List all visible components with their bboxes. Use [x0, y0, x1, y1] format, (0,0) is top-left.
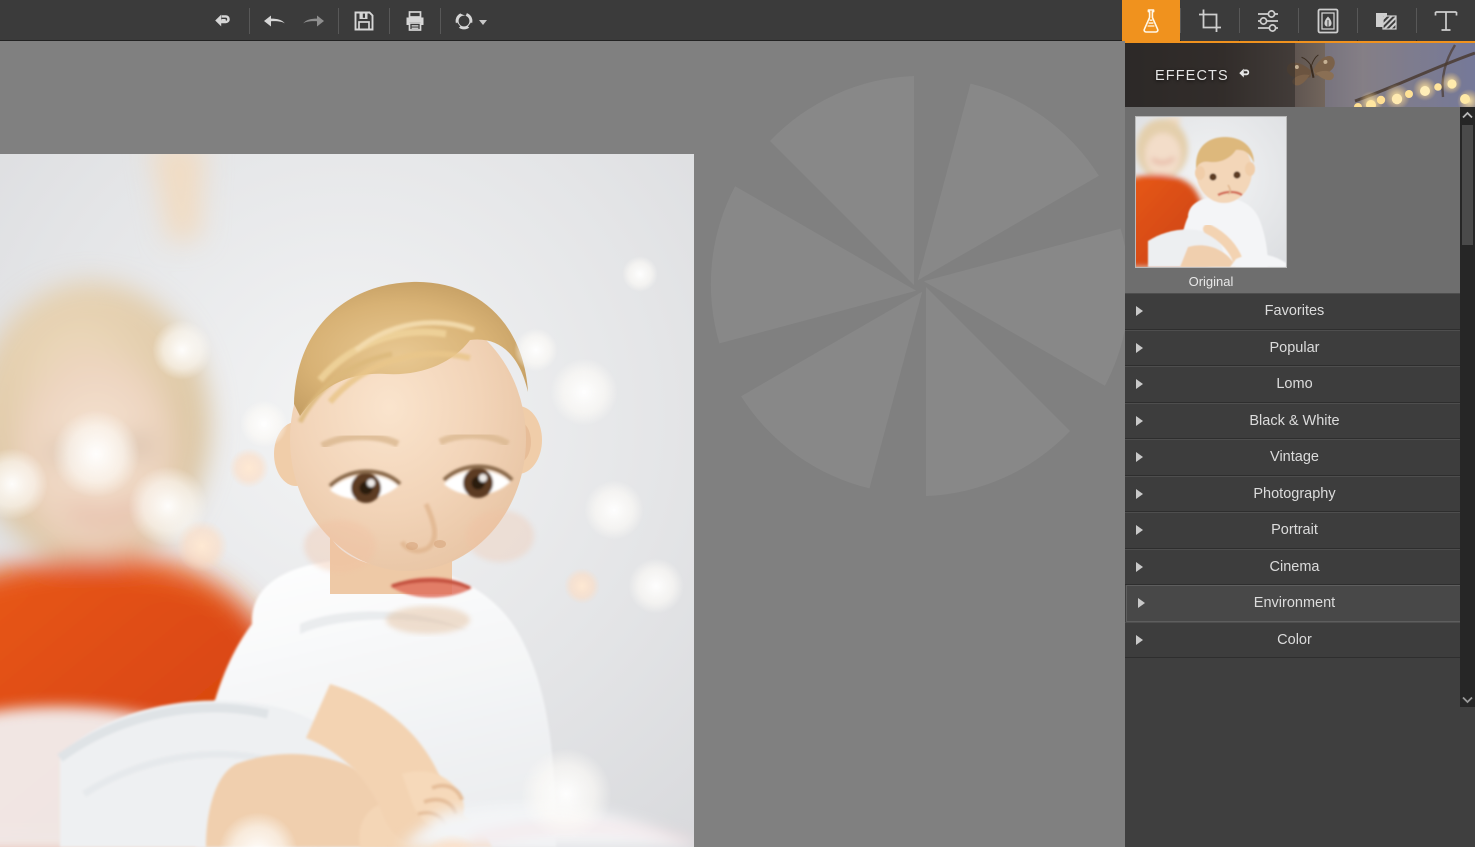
chevron-right-icon	[1136, 561, 1143, 572]
reset-arrow-icon[interactable]	[1237, 65, 1254, 86]
category-row-photography[interactable]: Photography	[1125, 475, 1470, 512]
category-label: Favorites	[1264, 303, 1325, 320]
chevron-right-icon	[1136, 452, 1143, 463]
chevron-right-icon	[1136, 306, 1143, 317]
rotate-dropdown-caret[interactable]	[478, 20, 487, 25]
preview-thumbnail-zone: Original	[1125, 107, 1475, 293]
category-label: Lomo	[1276, 376, 1313, 393]
category-label: Popular	[1269, 339, 1320, 356]
chevron-right-icon	[1136, 525, 1143, 536]
effect-category-list: Favorites Popular Lomo Black & White Vin…	[1125, 293, 1475, 658]
effects-panel: EFFECTS Original Favorites Popular Lomo …	[1125, 41, 1475, 847]
toolbar-divider-2	[338, 7, 339, 34]
effects-tool[interactable]	[1122, 0, 1180, 41]
chevron-right-icon	[1138, 598, 1145, 609]
category-row-environment[interactable]: Environment	[1126, 585, 1469, 622]
back-icon[interactable]	[205, 0, 243, 41]
scroll-thumb[interactable]	[1462, 125, 1473, 245]
category-row-favorites[interactable]: Favorites	[1125, 293, 1470, 330]
save-icon[interactable]	[345, 0, 383, 41]
category-row-lomo[interactable]: Lomo	[1125, 366, 1470, 403]
panel-scrollbar[interactable]	[1460, 107, 1475, 707]
photo-editor-window: EFFECTS Original Favorites Popular Lomo …	[0, 0, 1475, 847]
category-label: Black & White	[1249, 412, 1340, 429]
redo-icon[interactable]	[294, 0, 332, 41]
print-icon[interactable]	[396, 0, 434, 41]
panel-banner: EFFECTS	[1125, 41, 1475, 107]
category-label: Photography	[1253, 485, 1336, 502]
original-thumbnail-label: Original	[1188, 274, 1234, 289]
adjust-tool[interactable]	[1240, 0, 1298, 41]
toolbar-divider-1	[249, 7, 250, 34]
panel-title: EFFECTS	[1155, 65, 1254, 86]
category-label: Color	[1277, 631, 1312, 648]
panel-title-label: EFFECTS	[1155, 67, 1229, 84]
category-row-portrait[interactable]: Portrait	[1125, 512, 1470, 549]
category-row-popular[interactable]: Popular	[1125, 329, 1470, 366]
rotate-icon[interactable]	[447, 0, 491, 41]
category-label: Portrait	[1271, 522, 1318, 539]
category-row-vintage[interactable]: Vintage	[1125, 439, 1470, 476]
category-row-color[interactable]: Color	[1125, 621, 1470, 658]
original-thumbnail-card[interactable]: Original	[1135, 116, 1287, 289]
chevron-right-icon	[1136, 488, 1143, 499]
toolbar-left-group	[205, 0, 491, 41]
undo-icon[interactable]	[256, 0, 294, 41]
crop-tool[interactable]	[1181, 0, 1239, 41]
toolbar-right-group	[1122, 0, 1475, 41]
frame-tool[interactable]	[1299, 0, 1357, 41]
canvas-area[interactable]	[0, 41, 1125, 847]
toolbar-divider-3	[389, 7, 390, 34]
texture-tool[interactable]	[1358, 0, 1416, 41]
scroll-down-icon[interactable]	[1460, 691, 1475, 707]
category-row-black-and-white[interactable]: Black & White	[1125, 402, 1470, 439]
aperture-watermark	[705, 41, 1125, 551]
chevron-right-icon	[1136, 415, 1143, 426]
category-label: Cinema	[1269, 558, 1320, 575]
original-thumbnail-image[interactable]	[1135, 116, 1287, 268]
category-row-cinema[interactable]: Cinema	[1125, 548, 1470, 585]
edited-photo[interactable]	[0, 154, 694, 847]
scroll-up-icon[interactable]	[1460, 107, 1475, 123]
text-tool[interactable]	[1417, 0, 1475, 41]
chevron-right-icon	[1136, 342, 1143, 353]
top-toolbar	[0, 0, 1475, 41]
category-label: Environment	[1253, 595, 1336, 612]
chevron-right-icon	[1136, 379, 1143, 390]
toolbar-divider-4	[440, 7, 441, 34]
chevron-right-icon	[1136, 634, 1143, 645]
category-label: Vintage	[1270, 449, 1319, 466]
